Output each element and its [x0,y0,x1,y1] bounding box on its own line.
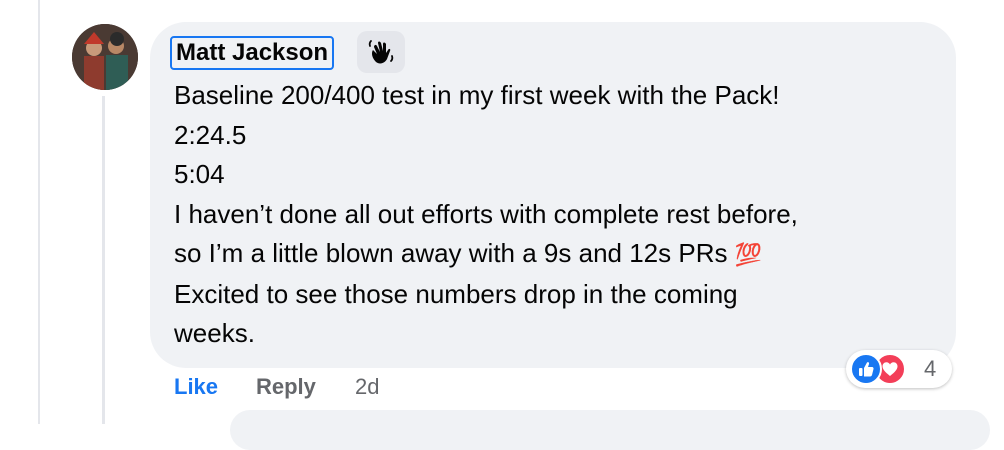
comment-line: 2:24.5 [174,119,247,150]
next-reply-bubble [230,410,990,450]
like-button[interactable]: Like [174,372,218,402]
avatar-photo [72,24,138,90]
heart-icon [882,362,898,376]
avatar[interactable] [72,24,138,90]
comment-timestamp[interactable]: 2d [355,372,379,402]
left-column-divider [38,0,40,424]
reaction-count: 4 [924,356,937,381]
hundred-points-emoji: 💯 [734,242,763,267]
thumbs-up-icon [859,362,874,377]
reply-button[interactable]: Reply [256,372,316,402]
comment-line: Excited to see those numbers drop in the… [174,278,738,309]
comment-body: Baseline 200/400 test in my first week w… [174,76,944,354]
comment-line: I haven’t done all out efforts with comp… [174,198,798,229]
comment-line-with-emoji: so I’m a little blown away with a 9s and… [174,234,944,275]
comment-line: weeks. [174,318,255,348]
reply-thread-line [102,96,105,424]
comment-line: Baseline 200/400 test in my first week w… [174,80,780,110]
comment-line: 5:04 [174,159,225,189]
waving-hand-icon[interactable] [357,31,405,73]
like-reaction-icon [850,353,882,385]
waving-hand-icon-glyph [368,40,394,64]
comment-author-name[interactable]: Matt Jackson [170,36,335,70]
reaction-summary[interactable]: 4 [846,350,952,388]
comment-line: so I’m a little blown away with a 9s and… [174,238,728,268]
